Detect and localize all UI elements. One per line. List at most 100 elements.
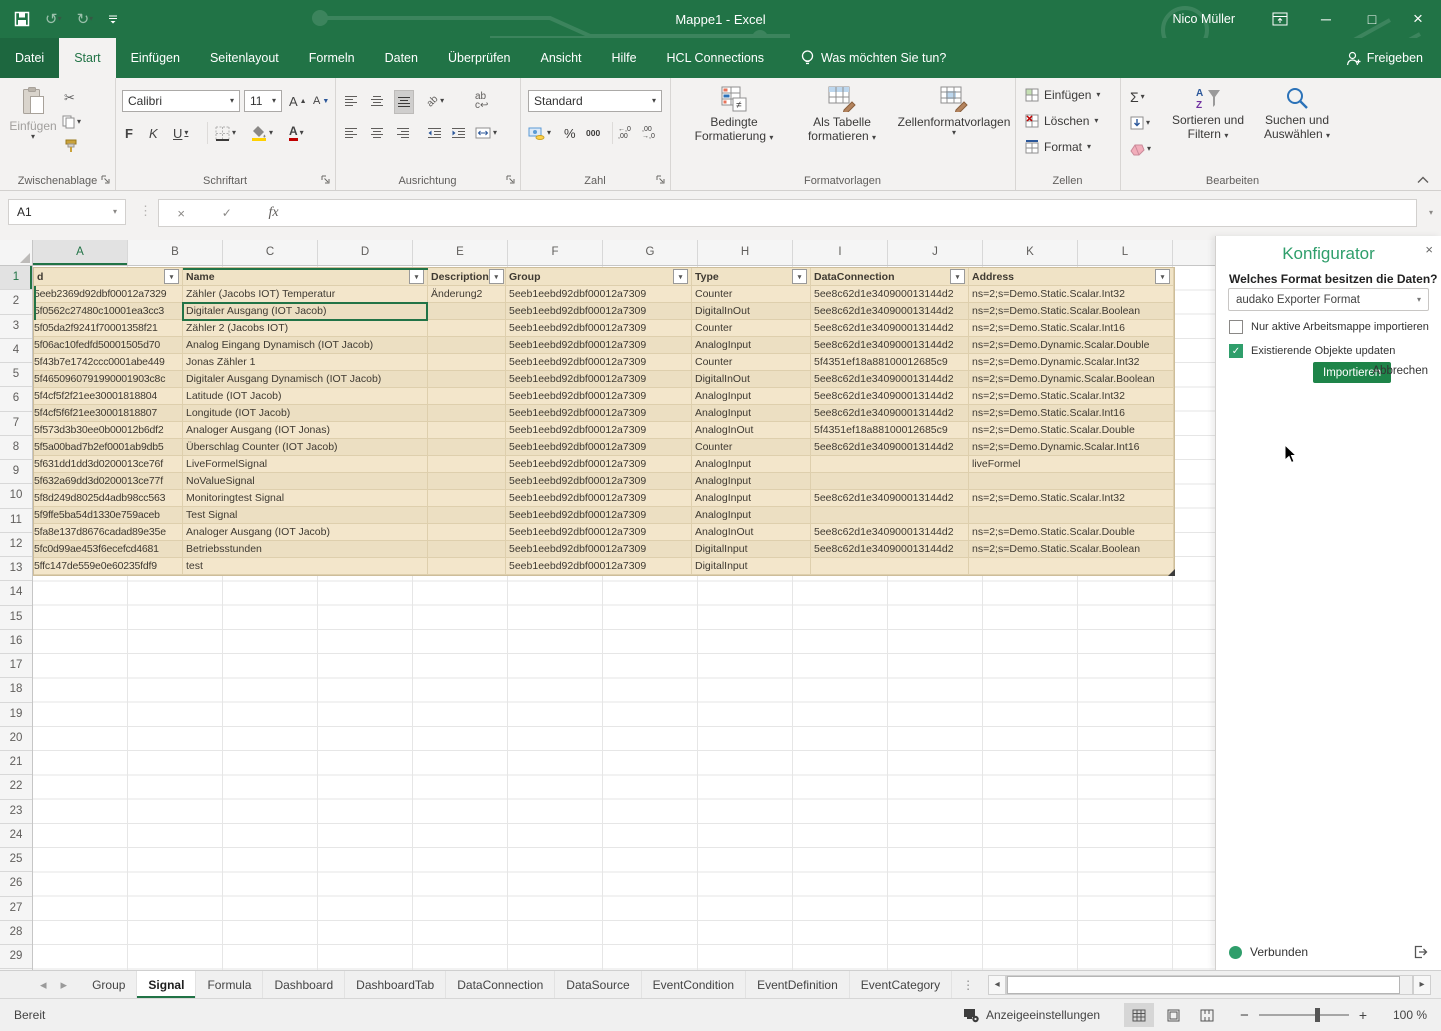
row-header-11[interactable]: 11 xyxy=(0,509,32,533)
cell-dataconnection[interactable]: 5f4351ef18a88100012685c9 xyxy=(811,354,969,371)
cell-dataconnection[interactable]: 5ee8c62d1e340900013144d2 xyxy=(811,490,969,507)
cell-address[interactable]: ns=2;s=Demo.Static.Scalar.Int32 xyxy=(969,286,1174,303)
alignment-dialog-launcher[interactable] xyxy=(505,174,516,185)
scrollbar-thumb[interactable] xyxy=(1007,976,1400,994)
cell-dataconnection[interactable]: 5ee8c62d1e340900013144d2 xyxy=(811,439,969,456)
cell-name[interactable]: Zähler (Jacobs IOT) Temperatur xyxy=(183,286,428,303)
clipboard-dialog-launcher[interactable] xyxy=(100,174,111,185)
zoom-out-icon[interactable]: − xyxy=(1240,1007,1249,1024)
copy-button[interactable]: ▾ xyxy=(60,111,83,133)
select-all-corner[interactable] xyxy=(0,240,33,266)
sheet-tab-eventcondition[interactable]: EventCondition xyxy=(642,971,746,998)
row-header-6[interactable]: 6 xyxy=(0,387,32,411)
confirm-entry-icon[interactable]: ✓ xyxy=(222,206,232,220)
cell-address[interactable] xyxy=(969,473,1174,490)
align-left-button[interactable] xyxy=(342,122,360,144)
view-page-layout-button[interactable] xyxy=(1158,1003,1188,1027)
cell-type[interactable]: AnalogInput xyxy=(692,405,811,422)
row-header-10[interactable]: 10 xyxy=(0,484,32,508)
logout-icon[interactable] xyxy=(1412,944,1428,960)
row-header-15[interactable]: 15 xyxy=(0,606,32,630)
view-normal-button[interactable] xyxy=(1124,1003,1154,1027)
ribbon-tab-start[interactable]: Start xyxy=(59,38,115,78)
row-header-12[interactable]: 12 xyxy=(0,533,32,557)
cell-name[interactable]: Betriebsstunden xyxy=(183,541,428,558)
checkbox-checked-icon[interactable]: ✓ xyxy=(1229,344,1243,358)
row-header-4[interactable]: 4 xyxy=(0,339,32,363)
cell-group[interactable]: 5eeb1eebd92dbf00012a7309 xyxy=(506,303,692,320)
cell-group[interactable]: 5eeb1eebd92dbf00012a7309 xyxy=(506,405,692,422)
cell-id[interactable]: 5f0562c27480c10001ea3cc3 xyxy=(34,303,183,320)
cell-id[interactable]: 5f43b7e1742ccc0001abe449 xyxy=(34,354,183,371)
cell-id[interactable]: 5f06ac10fedfd50001505d70 xyxy=(34,337,183,354)
row-header-14[interactable]: 14 xyxy=(0,581,32,605)
filter-button-description[interactable]: ▾ xyxy=(489,269,504,284)
expand-formula-bar-icon[interactable]: ▾ xyxy=(1429,209,1433,217)
cell-address[interactable]: liveFormel xyxy=(969,456,1174,473)
sheet-tab-overflow-icon[interactable]: ⋮ xyxy=(952,971,984,998)
sheet-grid[interactable]: d▾Name▾Description▾Group▾Type▾DataConnec… xyxy=(33,266,1215,970)
wrap-text-button[interactable]: abc↩ xyxy=(473,90,490,112)
minimize-button[interactable]: ─ xyxy=(1303,0,1349,38)
ribbon-tab-seitenlayout[interactable]: Seitenlayout xyxy=(195,38,294,78)
cell-group[interactable]: 5eeb1eebd92dbf00012a7309 xyxy=(506,524,692,541)
cell-description[interactable] xyxy=(428,354,506,371)
sheet-tab-datasource[interactable]: DataSource xyxy=(555,971,641,998)
cell-dataconnection[interactable]: 5ee8c62d1e340900013144d2 xyxy=(811,405,969,422)
cell-group[interactable]: 5eeb1eebd92dbf00012a7309 xyxy=(506,422,692,439)
column-header-g[interactable]: G xyxy=(603,240,698,265)
cell-address[interactable]: ns=2;s=Demo.Static.Scalar.Boolean xyxy=(969,303,1174,320)
sheet-nav-next-icon[interactable]: ▸ xyxy=(61,977,68,993)
underline-button[interactable]: U▾ xyxy=(171,122,190,144)
increase-decimal-button[interactable]: ←,0,00 xyxy=(616,122,633,144)
column-header-e[interactable]: E xyxy=(413,240,508,265)
fill-button[interactable]: ▾ xyxy=(1128,112,1152,134)
fill-color-button[interactable]: ▾ xyxy=(249,122,275,144)
format-select[interactable]: audako Exporter Format ▾ xyxy=(1228,288,1429,311)
cell-description[interactable] xyxy=(428,422,506,439)
bold-button[interactable]: F xyxy=(123,122,135,144)
save-button[interactable] xyxy=(14,11,30,27)
share-button[interactable]: Freigeben xyxy=(1346,38,1423,78)
cell-description[interactable] xyxy=(428,439,506,456)
row-header-8[interactable]: 8 xyxy=(0,436,32,460)
checkbox-unchecked-icon[interactable] xyxy=(1229,320,1243,334)
cell-id[interactable]: 5f05da2f9241f70001358f21 xyxy=(34,320,183,337)
cell-name[interactable]: NoValueSignal xyxy=(183,473,428,490)
number-format-combo[interactable]: Standard▾ xyxy=(528,90,662,112)
cell-description[interactable] xyxy=(428,337,506,354)
number-dialog-launcher[interactable] xyxy=(655,174,666,185)
cell-id[interactable]: 5f4cf5f2f21ee30001818804 xyxy=(34,388,183,405)
cell-description[interactable] xyxy=(428,524,506,541)
cell-address[interactable]: ns=2;s=Demo.Dynamic.Scalar.Int16 xyxy=(969,439,1174,456)
cell-name[interactable]: test xyxy=(183,558,428,575)
cell-address[interactable]: ns=2;s=Demo.Static.Scalar.Double xyxy=(969,422,1174,439)
cancel-entry-icon[interactable]: × xyxy=(177,206,185,221)
cell-id[interactable]: 5fc0d99ae453f6ecefcd4681 xyxy=(34,541,183,558)
row-header-1[interactable]: 1 xyxy=(0,266,32,290)
sort-filter-button[interactable]: A Z Sortieren und Filtern ▾ xyxy=(1164,86,1252,141)
ribbon-tab-berpr-fen[interactable]: Überprüfen xyxy=(433,38,526,78)
cell-type[interactable]: AnalogInput xyxy=(692,388,811,405)
column-header-h[interactable]: H xyxy=(698,240,793,265)
row-header-9[interactable]: 9 xyxy=(0,460,32,484)
cell-dataconnection[interactable]: 5ee8c62d1e340900013144d2 xyxy=(811,388,969,405)
find-select-button[interactable]: Suchen und Auswählen ▾ xyxy=(1254,86,1340,141)
customize-qat-button[interactable] xyxy=(108,14,118,24)
cell-id[interactable]: 5f8d249d8025d4adb98cc563 xyxy=(34,490,183,507)
formula-input[interactable] xyxy=(296,199,1417,227)
cell-dataconnection[interactable]: 5ee8c62d1e340900013144d2 xyxy=(811,371,969,388)
cell-group[interactable]: 5eeb1eebd92dbf00012a7309 xyxy=(506,439,692,456)
cell-name[interactable]: Test Signal xyxy=(183,507,428,524)
filter-button-group[interactable]: ▾ xyxy=(673,269,688,284)
display-settings-button[interactable]: Anzeigeeinstellungen xyxy=(963,1008,1100,1023)
align-bottom-button[interactable] xyxy=(394,90,414,114)
cell-dataconnection[interactable] xyxy=(811,456,969,473)
cell-type[interactable]: AnalogInOut xyxy=(692,524,811,541)
column-header-l[interactable]: L xyxy=(1078,240,1173,265)
cell-description[interactable] xyxy=(428,405,506,422)
cut-button[interactable]: ✂ xyxy=(62,87,77,109)
row-header-22[interactable]: 22 xyxy=(0,775,32,799)
insert-cells-button[interactable]: Einfügen▾ xyxy=(1025,88,1100,102)
cell-name[interactable]: Analoger Ausgang (IOT Jacob) xyxy=(183,524,428,541)
